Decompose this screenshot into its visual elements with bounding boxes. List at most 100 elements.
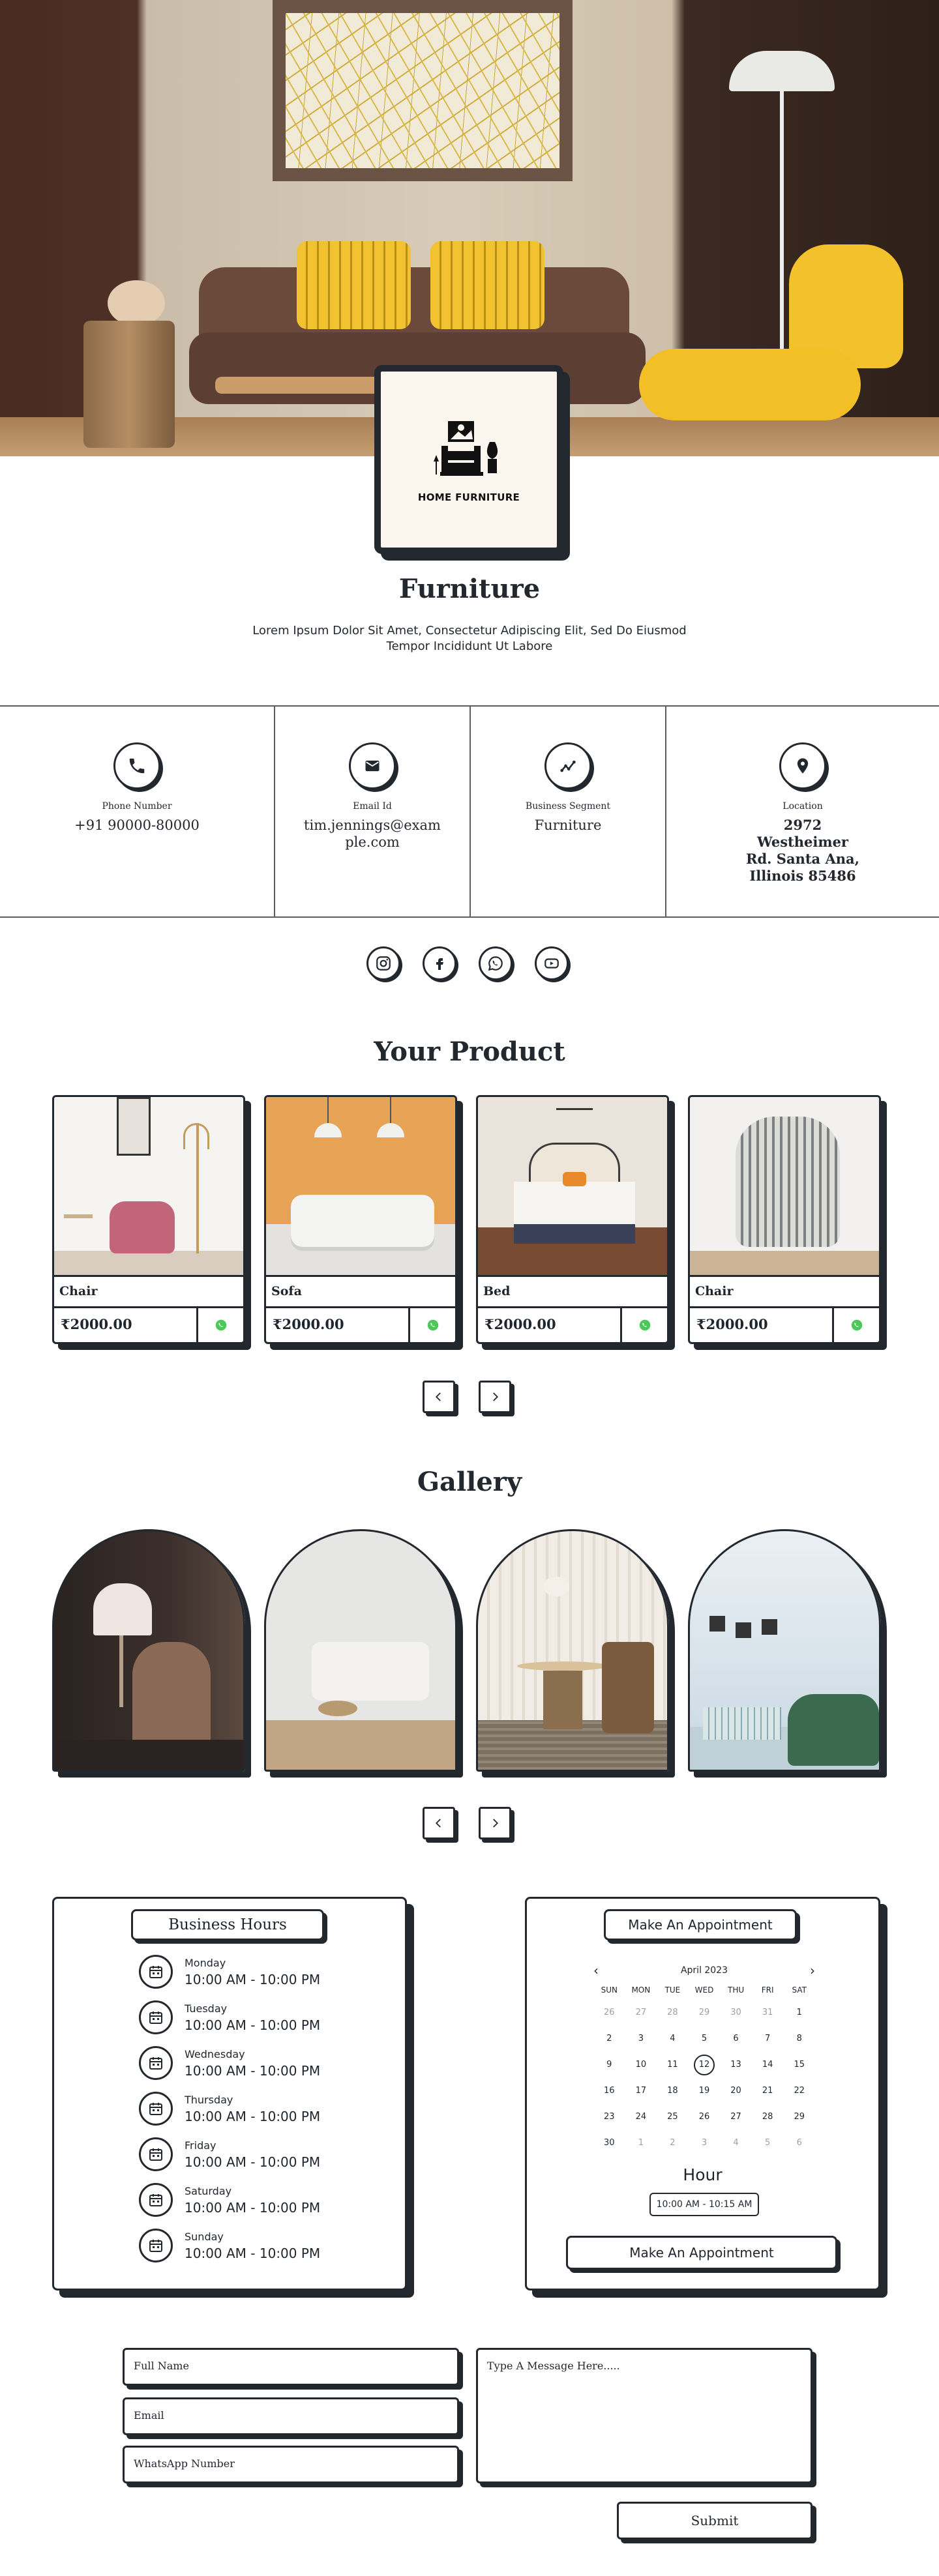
hours-time: 10:00 AM - 10:00 PM — [185, 2154, 321, 2170]
message-textarea[interactable]: Type A Message Here..... — [476, 2348, 812, 2483]
gallery-next-button[interactable] — [479, 1807, 511, 1839]
calendar-day[interactable]: 29 — [783, 2104, 815, 2130]
location-value[interactable]: 2972 Westheimer Rd. Santa Ana, Illinois … — [666, 817, 939, 885]
calendar-day[interactable]: 8 — [783, 2026, 815, 2052]
calendar-icon — [139, 2092, 173, 2126]
calendar-day[interactable]: 7 — [752, 2026, 784, 2052]
contact-location[interactable]: Location 2972 Westheimer Rd. Santa Ana, … — [665, 707, 939, 916]
calendar-day: 2 — [670, 2138, 676, 2148]
whatsapp-input[interactable]: WhatsApp Number — [123, 2446, 459, 2483]
calendar-day[interactable]: 13 — [720, 2052, 752, 2078]
gallery-image[interactable] — [476, 1529, 669, 1772]
calendar-day[interactable]: 30 — [593, 2130, 625, 2156]
calendar-day[interactable]: 2 — [593, 2026, 625, 2052]
stump-table — [83, 321, 175, 448]
calendar-day[interactable]: 27 — [720, 2104, 752, 2130]
submit-button[interactable]: Submit — [617, 2502, 812, 2539]
product-price: ₹2000.00 — [484, 1316, 556, 1332]
weekday-header: FRI — [761, 1985, 774, 1995]
calendar-day[interactable]: 11 — [657, 2052, 689, 2078]
calendar-day[interactable]: 25 — [657, 2104, 689, 2130]
chevron-left-icon — [435, 1819, 441, 1828]
whatsapp-icon[interactable] — [196, 1308, 243, 1342]
social-links — [366, 946, 569, 980]
email-value[interactable]: tim.jennings@example.com — [275, 817, 470, 851]
business-logo: HOME FURNITURE — [374, 365, 563, 554]
hour-select[interactable]: 10:00 AM - 10:15 AM — [649, 2193, 759, 2216]
product-card[interactable]: Chair ₹2000.00 — [52, 1095, 245, 1344]
gallery-image[interactable] — [264, 1529, 457, 1772]
hours-time: 10:00 AM - 10:00 PM — [185, 2062, 321, 2079]
calendar-prev-icon[interactable]: ‹ — [593, 1963, 599, 1978]
whatsapp-icon[interactable] — [479, 946, 513, 980]
calendar-day: 30 — [730, 2008, 741, 2017]
full-name-input[interactable]: Full Name — [123, 2348, 459, 2386]
gallery-image[interactable] — [52, 1529, 245, 1772]
calendar-day[interactable]: 10 — [625, 2052, 657, 2078]
products-next-button[interactable] — [479, 1381, 511, 1413]
floor-lamp — [729, 51, 835, 91]
appointment-calendar: ‹ April 2023 › SUN MON TUE WED THU FRI SAT 26 27… — [593, 1961, 815, 2156]
hours-day: Monday — [185, 1956, 226, 1969]
calendar-day[interactable]: 20 — [720, 2078, 752, 2104]
calendar-day[interactable]: 9 — [593, 2052, 625, 2078]
chevron-right-icon — [493, 1819, 499, 1828]
calendar-day[interactable]: 26 — [689, 2104, 721, 2130]
product-image — [266, 1097, 455, 1277]
contact-phone[interactable]: Phone Number +91 90000-80000 — [0, 707, 274, 916]
whatsapp-icon[interactable] — [408, 1308, 455, 1342]
email-input[interactable]: Email — [123, 2397, 459, 2435]
selected-day[interactable]: 12 — [693, 2055, 715, 2075]
calendar-day[interactable]: 22 — [783, 2078, 815, 2104]
calendar-icon — [139, 2046, 173, 2080]
calendar-day[interactable]: 23 — [593, 2104, 625, 2130]
calendar-day[interactable]: 4 — [657, 2026, 689, 2052]
gallery-image[interactable] — [688, 1529, 881, 1772]
calendar-day: 5 — [764, 2138, 771, 2148]
calendar-day[interactable]: 18 — [657, 2078, 689, 2104]
calendar-day[interactable]: 16 — [593, 2078, 625, 2104]
instagram-icon[interactable] — [366, 946, 400, 980]
calendar-day[interactable]: 28 — [752, 2104, 784, 2130]
gallery-title: Gallery — [417, 1467, 522, 1497]
gallery-prev-button[interactable] — [423, 1807, 455, 1839]
calendar-day[interactable]: 1 — [783, 2000, 815, 2026]
product-card[interactable]: Chair ₹2000.00 — [688, 1095, 881, 1344]
calendar-day[interactable]: 14 — [752, 2052, 784, 2078]
product-card[interactable]: Sofa ₹2000.00 — [264, 1095, 457, 1344]
calendar-day[interactable]: 3 — [625, 2026, 657, 2052]
youtube-icon[interactable] — [535, 946, 569, 980]
whatsapp-icon[interactable] — [832, 1308, 879, 1342]
calendar-day[interactable]: 19 — [689, 2078, 721, 2104]
facebook-icon[interactable] — [423, 946, 456, 980]
make-appointment-button[interactable]: Make An Appointment — [566, 2236, 837, 2270]
business-hours-panel: Business Hours Monday 10:00 AM - 10:00 PM… — [52, 1897, 407, 2291]
calendar-day[interactable]: 6 — [720, 2026, 752, 2052]
products-prev-button[interactable] — [423, 1381, 455, 1413]
whatsapp-icon[interactable] — [620, 1308, 667, 1342]
product-name: Chair — [54, 1277, 243, 1308]
calendar-day: 4 — [733, 2138, 739, 2148]
calendar-icon — [139, 2229, 173, 2262]
logo-text: HOME FURNITURE — [417, 491, 520, 503]
calendar-day[interactable]: 24 — [625, 2104, 657, 2130]
calendar-day[interactable]: 17 — [625, 2078, 657, 2104]
hours-day: Saturday — [185, 2184, 232, 2197]
weekday-header: THU — [727, 1985, 745, 1995]
calendar-day[interactable]: 5 — [689, 2026, 721, 2052]
weekday-header: SUN — [601, 1985, 618, 1995]
calendar-day: 29 — [698, 2008, 710, 2017]
calendar-day[interactable]: 15 — [783, 2052, 815, 2078]
product-card[interactable]: Bed ₹2000.00 — [476, 1095, 669, 1344]
calendar-day[interactable]: 12 — [689, 2052, 721, 2078]
hours-day: Friday — [185, 2139, 216, 2152]
contact-email[interactable]: Email Id tim.jennings@example.com — [274, 707, 470, 916]
phone-value[interactable]: +91 90000-80000 — [0, 817, 274, 834]
calendar-day: 28 — [667, 2008, 678, 2017]
calendar-next-icon[interactable]: › — [810, 1963, 815, 1978]
calendar-icon — [139, 2000, 173, 2034]
hours-row: Sunday 10:00 AM - 10:00 PM — [139, 2229, 320, 2262]
calendar-day[interactable]: 21 — [752, 2078, 784, 2104]
hours-row: Saturday 10:00 AM - 10:00 PM — [139, 2183, 320, 2217]
business-hours-title: Business Hours — [131, 1909, 324, 1940]
